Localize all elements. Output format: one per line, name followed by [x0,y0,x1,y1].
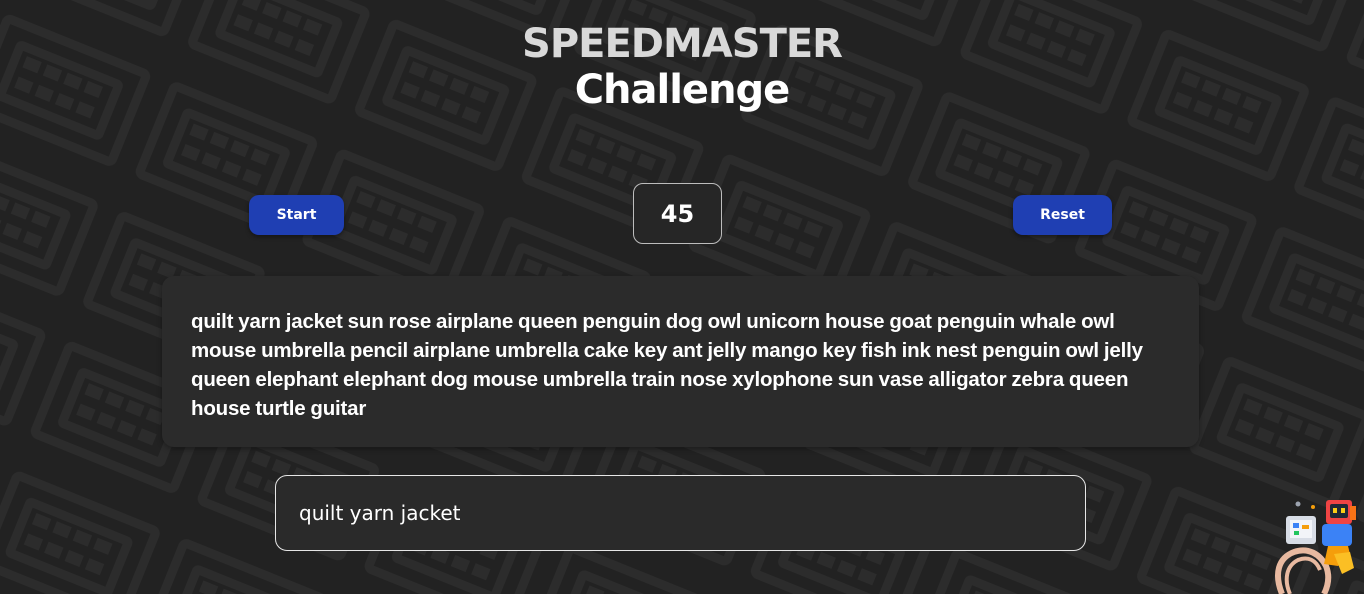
word-list-text: quilt yarn jacket sun rose airplane quee… [191,310,1143,420]
word-list-panel: quilt yarn jacket sun rose airplane quee… [162,276,1199,447]
timer-value: 45 [660,199,695,228]
title-speedmaster: SPEEDMASTER [522,21,843,67]
typing-robot-icon [1275,500,1356,594]
reset-button[interactable]: Reset [1013,195,1112,235]
start-button[interactable]: Start [249,195,344,235]
app-page: SPEEDMASTER Challenge Start 45 Reset qui… [0,0,1364,594]
typing-input[interactable] [275,475,1086,551]
countdown-timer: 45 [633,183,722,244]
title-challenge: Challenge [574,67,791,113]
page-title: SPEEDMASTER Challenge [0,24,1364,110]
